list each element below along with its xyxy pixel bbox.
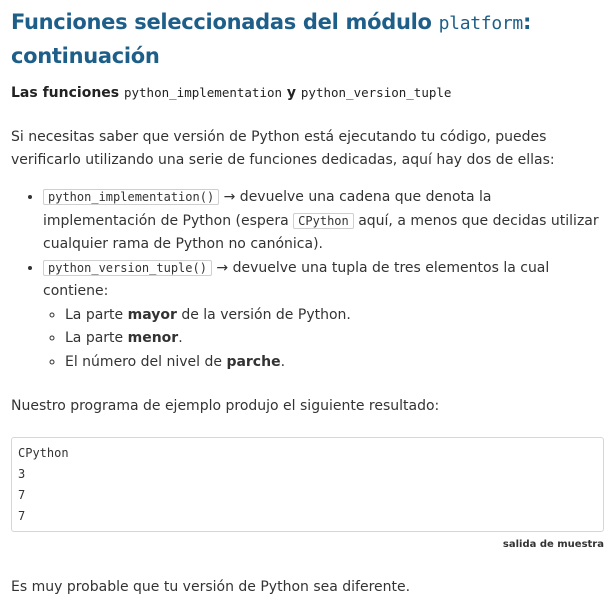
subtitle-prefix: Las funciones xyxy=(11,85,124,101)
sub-list-item: La parte mayor de la versión de Python. xyxy=(65,304,603,328)
function-list: python_implementation() → devuelve una c… xyxy=(11,186,609,374)
output-caption: salida de muestra xyxy=(502,539,604,550)
lesson-page: Funciones seleccionadas del módulo platf… xyxy=(0,6,609,599)
sub-item-text: . xyxy=(280,353,286,370)
output-line: 7 xyxy=(18,488,26,502)
sub-item-text: de la versión de Python. xyxy=(176,306,351,323)
inline-code-cpython: CPython xyxy=(293,212,354,229)
page-title-module-code: platform xyxy=(438,13,524,34)
subtitle-code-python-version-tuple: python_version_tuple xyxy=(300,85,452,100)
page-title-line2: continuación xyxy=(11,44,160,68)
output-line: 3 xyxy=(18,467,26,481)
sub-list-item: La parte menor. xyxy=(65,327,603,351)
sub-item-text: El número del nivel de xyxy=(65,353,227,370)
output-line: CPython xyxy=(18,446,69,460)
sub-item-bold: parche xyxy=(226,353,281,370)
sub-item-text: . xyxy=(178,330,183,346)
list-item-python-version-tuple: python_version_tuple() → devuelve una tu… xyxy=(43,257,609,375)
sub-list-item: El número del nivel de parche. xyxy=(65,351,603,375)
result-intro-paragraph: Nuestro programa de ejemplo produjo el s… xyxy=(11,398,440,414)
subtitle-code-python-implementation: python_implementation xyxy=(123,85,283,100)
sub-item-bold: mayor xyxy=(127,306,177,323)
closing-paragraph: Es muy probable que tu versión de Python… xyxy=(11,579,411,595)
page-title: Funciones seleccionadas del módulo platf… xyxy=(11,6,609,72)
output-line: 7 xyxy=(18,509,26,523)
section-subtitle: Las funciones python_implementation y py… xyxy=(11,82,609,104)
version-parts-list: La parte mayor de la versión de Python. … xyxy=(43,304,603,375)
inline-code-python-version-tuple: python_version_tuple() xyxy=(43,259,212,276)
sub-item-text: La parte xyxy=(65,306,128,323)
inline-code-python-implementation: python_implementation() xyxy=(43,189,220,205)
subtitle-joiner: y xyxy=(282,85,301,101)
page-title-suffix: : xyxy=(522,10,532,34)
sub-item-text: La parte xyxy=(65,330,128,346)
sub-item-bold: menor xyxy=(127,330,179,346)
intro-paragraph: Si necesitas saber que versión de Python… xyxy=(11,129,555,168)
list-item-python-implementation: python_implementation() → devuelve una c… xyxy=(43,186,609,257)
page-title-prefix: Funciones seleccionadas del módulo xyxy=(11,10,439,34)
sample-output-block[interactable]: CPython 3 7 7 xyxy=(11,437,604,532)
